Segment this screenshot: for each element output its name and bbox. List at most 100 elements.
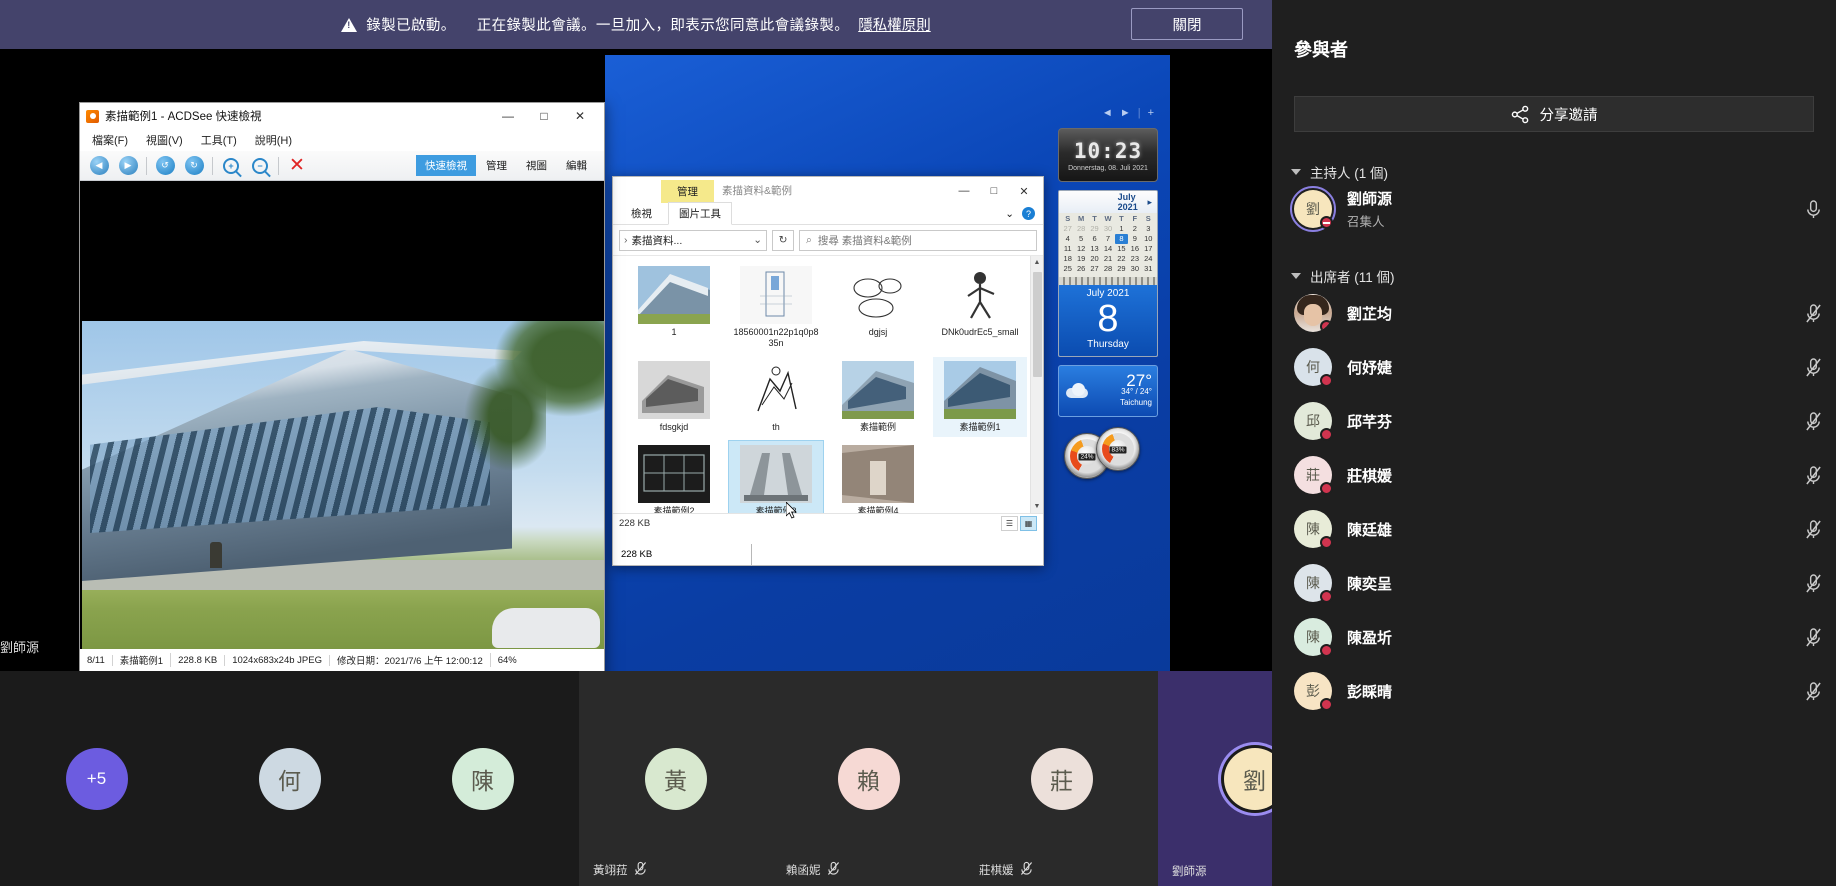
calendar-day[interactable]: 18	[1061, 254, 1074, 264]
calendar-day[interactable]: 17	[1142, 244, 1155, 254]
file-item[interactable]: dgjsj	[831, 262, 925, 353]
calendar-day[interactable]: 29	[1115, 264, 1128, 274]
tab-view[interactable]: 檢視	[621, 203, 662, 224]
calendar-day[interactable]: 21	[1101, 254, 1114, 264]
search-input[interactable]: ⌕ 搜尋 素描資料&範例	[799, 229, 1037, 251]
gadget-prev-icon[interactable]: ◄	[1102, 107, 1113, 119]
explorer-minimize-button[interactable]: —	[949, 181, 979, 201]
menu-tools[interactable]: 工具(T)	[201, 132, 237, 148]
gadget-nav[interactable]: ◄ ► | +	[1058, 104, 1158, 122]
calendar-day[interactable]: 20	[1088, 254, 1101, 264]
ribbon-collapse-icon[interactable]: ⌄	[1005, 208, 1014, 220]
participant-row[interactable]: 劉劉師源 召集人	[1272, 182, 1836, 236]
participant-row[interactable]: 劉芷均	[1272, 286, 1836, 340]
participant-row[interactable]: 莊莊棋媛	[1272, 448, 1836, 502]
explorer-file-grid-area[interactable]: 1 18560001n22p1q0p835n dgjsj DNk0udrEc5_sma…	[613, 255, 1043, 513]
overflow-participants-badge[interactable]: +5	[65, 747, 128, 810]
delete-icon[interactable]: ✕	[286, 155, 308, 177]
file-item[interactable]: 素描範例	[831, 357, 925, 437]
microphone-muted-icon[interactable]	[1805, 411, 1822, 432]
filmstrip-tile[interactable]: 何	[193, 671, 386, 886]
calendar-grid[interactable]: S M T W T F S 27 28 29 30 1 2 3 4 5 6 7 8 9 10 11 12 13 14 15 16 17…	[1059, 213, 1157, 277]
participant-row[interactable]: 陳陳奕呈	[1272, 556, 1836, 610]
calendar-day[interactable]: 19	[1074, 254, 1087, 264]
file-item[interactable]: 18560001n22p1q0p835n	[729, 262, 823, 353]
calendar-day[interactable]: 15	[1115, 244, 1128, 254]
file-item[interactable]: 素描範例1	[933, 357, 1027, 437]
chevron-down-icon[interactable]	[1291, 273, 1301, 279]
filmstrip-tile[interactable]: 黃黃翊菈	[579, 671, 772, 886]
calendar-day[interactable]: 8	[1114, 234, 1129, 244]
scroll-up-icon[interactable]: ▲	[1031, 256, 1043, 269]
zoom-in-icon[interactable]: +	[220, 155, 242, 177]
privacy-policy-link[interactable]: 隱私權原則	[858, 14, 931, 35]
acdsee-minimize-button[interactable]: —	[490, 103, 526, 129]
microphone-muted-icon[interactable]	[1805, 303, 1822, 324]
participant-row[interactable]: 彭彭睬晴	[1272, 664, 1836, 718]
file-item[interactable]: 1	[627, 262, 721, 353]
calendar-day[interactable]: 11	[1061, 244, 1074, 254]
calendar-day[interactable]: 12	[1074, 244, 1087, 254]
scrollbar-thumb[interactable]	[1033, 272, 1042, 377]
microphone-muted-icon[interactable]	[1805, 357, 1822, 378]
group-header[interactable]: 主持人 (1 個)	[1272, 162, 1836, 182]
filmstrip-tile[interactable]: 莊莊棋媛	[965, 671, 1158, 886]
participant-row[interactable]: 陳陳廷雄	[1272, 502, 1836, 556]
file-item[interactable]: th	[729, 357, 823, 437]
menu-help[interactable]: 說明(H)	[255, 132, 292, 148]
gadget-next-icon[interactable]: ►	[1120, 107, 1131, 119]
zoom-out-icon[interactable]: −	[249, 155, 271, 177]
ribbon-contextual-tab-manage[interactable]: 管理	[661, 180, 714, 203]
menu-view[interactable]: 視圖(V)	[146, 132, 183, 148]
file-item[interactable]: fdsgkjd	[627, 357, 721, 437]
calendar-day[interactable]: 10	[1142, 234, 1155, 244]
refresh-icon[interactable]: ↻	[772, 229, 794, 251]
mode-quick-view[interactable]: 快速檢視	[416, 155, 476, 176]
calendar-day[interactable]: 14	[1101, 244, 1114, 254]
rotate-right-icon[interactable]: ↻	[183, 155, 205, 177]
acdsee-title-bar[interactable]: 素描範例1 - ACDSee 快速檢視 — □ ✕	[80, 103, 604, 129]
microphone-muted-icon[interactable]	[1805, 627, 1822, 648]
tab-picture-tools[interactable]: 圖片工具	[668, 202, 732, 225]
participant-row[interactable]: 何何妤婕	[1272, 340, 1836, 394]
participant-row[interactable]: 陳陳盈圻	[1272, 610, 1836, 664]
calendar-day[interactable]: 16	[1128, 244, 1141, 254]
thumbnail-view-icon[interactable]: ▦	[1020, 516, 1037, 531]
rotate-left-icon[interactable]: ↺	[154, 155, 176, 177]
calendar-day[interactable]: 25	[1061, 264, 1074, 274]
previous-icon[interactable]: ◀	[88, 155, 110, 177]
scroll-down-icon[interactable]: ▼	[1031, 500, 1043, 513]
calendar-day[interactable]: 3	[1142, 224, 1155, 234]
mode-view[interactable]: 視圖	[517, 155, 556, 176]
calendar-day[interactable]: 23	[1128, 254, 1141, 264]
group-header[interactable]: 出席者 (11 個)	[1272, 266, 1836, 286]
file-item[interactable]: 素描範例4	[831, 441, 925, 513]
gadget-add-icon[interactable]: +	[1148, 107, 1154, 119]
calendar-day[interactable]: 5	[1074, 234, 1087, 244]
explorer-scrollbar[interactable]: ▲ ▼	[1030, 256, 1043, 513]
file-item[interactable]: DNk0udrEc5_small	[933, 262, 1027, 353]
calendar-day[interactable]: 30	[1128, 264, 1141, 274]
calendar-day[interactable]: 27	[1061, 224, 1074, 234]
file-explorer-window[interactable]: 管理 素描資料&範例 — □ ✕ 檢視 圖片工具 ⌄ ? › 素描資料... ⌄…	[612, 176, 1044, 566]
calendar-day[interactable]: 28	[1101, 264, 1114, 274]
filmstrip-tile[interactable]: +5	[0, 671, 193, 886]
share-invite-button[interactable]: 分享邀請	[1294, 96, 1814, 132]
explorer-close-button[interactable]: ✕	[1009, 181, 1039, 201]
help-circle-icon[interactable]: ?	[1022, 207, 1035, 220]
next-icon[interactable]: ▶	[117, 155, 139, 177]
acdsee-maximize-button[interactable]: □	[526, 103, 562, 129]
explorer-file-grid[interactable]: 1 18560001n22p1q0p835n dgjsj DNk0udrEc5_sma…	[613, 256, 1043, 513]
calendar-day[interactable]: 30	[1101, 224, 1114, 234]
calendar-day[interactable]: 9	[1128, 234, 1141, 244]
mode-edit[interactable]: 編輯	[557, 155, 596, 176]
list-view-icon[interactable]: ☰	[1001, 516, 1018, 531]
calendar-day[interactable]: 6	[1088, 234, 1101, 244]
chevron-down-icon[interactable]	[1291, 169, 1301, 175]
calendar-day[interactable]: 13	[1088, 244, 1101, 254]
calendar-day[interactable]: 31	[1142, 264, 1155, 274]
calendar-day[interactable]: 29	[1088, 224, 1101, 234]
mode-manage[interactable]: 管理	[477, 155, 516, 176]
breadcrumb[interactable]: › 素描資料... ⌄	[619, 229, 767, 251]
acdsee-close-button[interactable]: ✕	[562, 103, 598, 129]
